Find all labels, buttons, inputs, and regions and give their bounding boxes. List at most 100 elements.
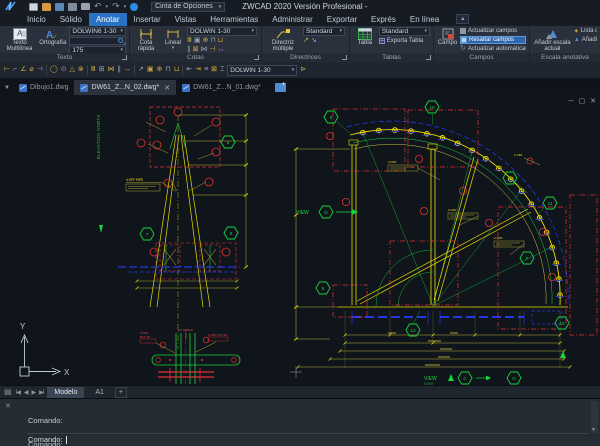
tolerance-tool-icon[interactable]: ▣ [147, 66, 154, 74]
dim-override-tool-icon[interactable]: ⊠ [211, 66, 217, 74]
panel-launcher-icon[interactable] [254, 55, 259, 60]
dim-space-tool-icon[interactable]: ↔ [124, 66, 131, 74]
layout-list-icon[interactable]: ▤ [4, 387, 12, 397]
text-search-input[interactable] [69, 37, 126, 46]
baseline-dim-icon[interactable]: Ⅲ [187, 37, 192, 45]
close-icon[interactable]: ✕ [590, 97, 596, 106]
close-command-icon[interactable]: ✕ [5, 402, 11, 410]
multileader-button[interactable]: Directriz múltiple [265, 27, 301, 53]
doc-tab-dw61-02[interactable]: DW61_Z...N_02.dwg* ✕ [74, 80, 176, 95]
svg-text:✓: ✓ [52, 34, 58, 40]
aligned-dim-tool-icon[interactable]: ⌐ [13, 66, 17, 74]
remove-leader-icon[interactable]: ↘ [311, 37, 317, 45]
continue-dim-icon[interactable]: ▣ [194, 37, 201, 45]
restore-icon[interactable]: ▢ [579, 97, 586, 106]
tab-exportar[interactable]: Exportar [320, 13, 364, 26]
svg-text:D: D [324, 210, 328, 215]
dim-style-dropdown[interactable]: DOLWIN 1-30▾ [187, 27, 257, 36]
prev-layout-icon[interactable]: ◀ [24, 389, 28, 396]
add-layout-button[interactable]: + [115, 387, 127, 398]
angular-dim-tool-icon[interactable]: ∠ [20, 66, 26, 74]
continue-tool-icon[interactable]: ⊞ [99, 66, 105, 74]
tab-inicio[interactable]: Inicio [20, 13, 53, 26]
table-button[interactable]: Tabla [353, 27, 377, 46]
tab-expres[interactable]: Exprés [364, 13, 403, 26]
jogged-tool-icon[interactable]: ⊗ [78, 66, 84, 74]
baseline-tool-icon[interactable]: Ⅲ [91, 66, 96, 74]
quick-dimension-button[interactable]: Cota rápida [133, 27, 159, 53]
layout-tab-model[interactable]: Modelo [47, 387, 84, 398]
collapse-ribbon-icon[interactable]: ▴ [456, 14, 469, 24]
dim-jog-line-tool-icon[interactable]: ⇥ [195, 66, 201, 74]
dim-style-tool-icon[interactable]: ⌶ [220, 66, 224, 74]
dim-style-manager-icon[interactable]: ⊳ [300, 66, 306, 74]
dim-reassociate-tool-icon[interactable]: ≡ [204, 66, 208, 74]
diameter-dim-tool-icon[interactable]: ⌀ [29, 66, 33, 74]
undo-icon[interactable]: ↶ [94, 2, 102, 11]
dim-edit-tool-icon[interactable]: ⊕ [157, 66, 163, 74]
tab-insertar[interactable]: Insertar [127, 13, 168, 26]
redo-dropdown-icon[interactable]: ▾ [124, 4, 127, 10]
drawing-canvas[interactable]: ELEVATION NORTH 6 7 8 4 [0, 95, 600, 385]
arc-length-tool-icon[interactable]: △ [70, 66, 75, 74]
new-drawing-tab-icon[interactable] [275, 83, 286, 92]
command-input[interactable]: Comando: [28, 433, 588, 444]
highlight-fields-button[interactable]: Resaltar campos [460, 36, 526, 44]
update-fields-button[interactable]: Actualizar campos [460, 27, 526, 35]
panel-launcher-icon[interactable] [426, 55, 431, 60]
radius-dim-tool-icon[interactable]: ◯ [50, 66, 58, 74]
export-table-button[interactable]: Exporta Tabla [379, 37, 430, 45]
last-layout-icon[interactable]: ▶I [39, 389, 43, 396]
online-icon[interactable] [130, 3, 138, 11]
doc-tab-dibujo1[interactable]: Dibujo1.dwg [13, 80, 75, 95]
dim-break-tool-icon[interactable]: ⇤ [186, 66, 192, 74]
ordinate-dim-tool-icon[interactable]: ⊣ [37, 66, 43, 74]
close-tab-icon[interactable]: ✕ [164, 84, 170, 92]
open-file-icon[interactable] [42, 3, 51, 11]
save-icon[interactable] [55, 3, 64, 11]
dim-toolbar-style-dropdown[interactable]: DOLWIN 1-30▾ [227, 65, 297, 76]
panel-launcher-icon[interactable] [342, 55, 347, 60]
ribbon-options-dropdown[interactable]: Cinta de Opciones ▾ [151, 2, 225, 12]
minimize-icon[interactable]: ─ [569, 97, 574, 106]
dim-text-edit-tool-icon[interactable]: ⊓ [165, 66, 170, 74]
doc-tab-dw61-01[interactable]: DW61_Z...N_01.dwg* [176, 80, 267, 95]
tab-en-linea[interactable]: En línea [403, 13, 446, 26]
scale-list-button[interactable]: ✦Lista d [574, 27, 597, 35]
panel-launcher-icon[interactable] [122, 55, 127, 60]
center-mark-icon[interactable]: ⊓ [210, 37, 215, 45]
undo-dropdown-icon[interactable]: ▾ [106, 4, 109, 10]
first-layout-icon[interactable]: I◀ [16, 389, 20, 396]
add-leader-icon[interactable]: ↗ [303, 37, 309, 45]
dim-update-tool-icon[interactable]: ⊔ [174, 66, 179, 74]
new-file-icon[interactable] [29, 3, 38, 11]
spell-check-button[interactable]: A✓ Ortografía [38, 27, 67, 46]
save-as-icon[interactable] [68, 3, 77, 11]
auto-update-fields-button[interactable]: ↻Actualizar automáticamente▾ [460, 45, 526, 53]
table-style-dropdown[interactable]: Standard▾ [379, 27, 430, 36]
doc-tab-list-icon[interactable]: ▼ [0, 85, 13, 95]
tab-solido[interactable]: Sólido [53, 13, 89, 26]
tab-anotar[interactable]: Anotar [89, 13, 127, 26]
text-style-dropdown[interactable]: DOLWIN6 1-30▾ [69, 27, 126, 36]
break-dim-icon[interactable]: ⊔ [218, 37, 223, 45]
quick-dim-tool-icon[interactable]: ⋈ [108, 66, 115, 74]
field-button[interactable]: Campo [437, 27, 458, 46]
leader-tool-icon[interactable]: ↗ [138, 66, 144, 74]
print-icon[interactable] [81, 3, 90, 10]
tab-vistas[interactable]: Vistas [168, 13, 204, 26]
next-layout-icon[interactable]: ▶ [31, 389, 35, 396]
linear-dimension-button[interactable]: Lineal▾ [161, 27, 185, 52]
tab-herramientas[interactable]: Herramientas [203, 13, 265, 26]
oblique-tool-icon[interactable]: ∥ [118, 66, 122, 74]
command-history[interactable]: Comando: Comando: Comando: Comando: <cam… [28, 401, 584, 433]
add-scale-button[interactable]: ▲Añadi [574, 36, 597, 44]
mleader-style-dropdown[interactable]: Standard▾ [303, 27, 345, 36]
tab-administrar[interactable]: Administrar [265, 13, 319, 26]
angular-dim-icon[interactable]: ⊕ [202, 37, 208, 45]
linear-dim-tool-icon[interactable]: ⊢ [4, 66, 10, 74]
command-scrollbar[interactable] [591, 401, 598, 433]
layout-tab-a1[interactable]: A1 [88, 387, 111, 398]
redo-icon[interactable]: ↷ [112, 2, 120, 11]
center-mark-tool-icon[interactable]: ⊙ [61, 66, 67, 74]
